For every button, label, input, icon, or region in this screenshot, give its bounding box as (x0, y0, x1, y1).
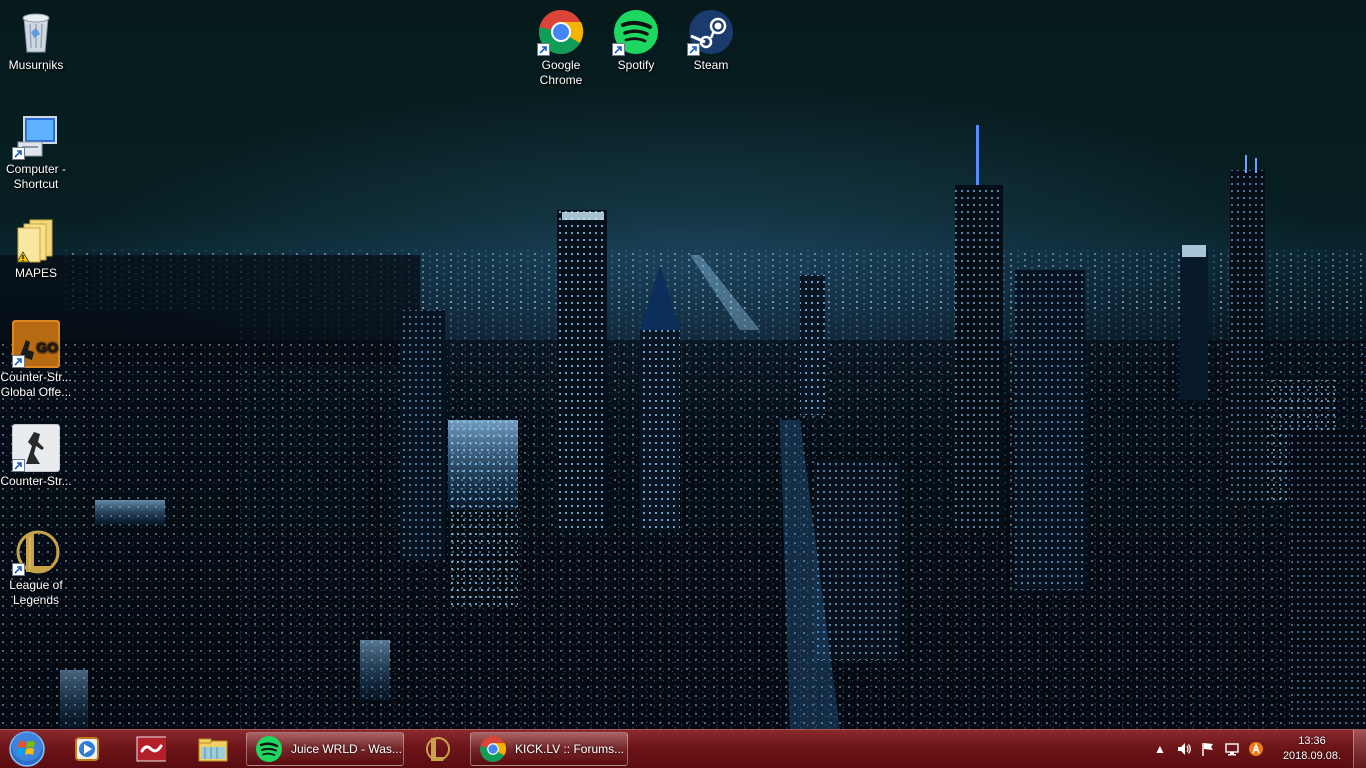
computer-icon (12, 112, 60, 160)
taskbar-window-title: KICK.LV :: Forums... (515, 742, 625, 756)
spotify-icon (612, 8, 660, 56)
file-explorer-icon (198, 738, 228, 762)
clock-time: 13:36 (1298, 735, 1326, 747)
desktop-icon-google-chrome[interactable]: Google Chrome (523, 8, 599, 88)
shortcut-arrow-icon (612, 43, 625, 56)
media-player-icon (75, 737, 99, 761)
desktop-icon-league-of-legends[interactable]: League of Legends (0, 528, 74, 608)
start-button[interactable] (4, 730, 50, 768)
desktop-icon-label: League of Legends (9, 578, 63, 607)
chrome-icon (479, 735, 507, 763)
csgo-icon: GO (12, 320, 60, 368)
spotify-icon (255, 735, 283, 763)
desktop-icon-label: Musurņiks (8, 58, 64, 72)
taskbar: Juice WRLD - Was... KICK.LV :: Forums...… (0, 729, 1366, 768)
desktop-icon-label: Google Chrome (539, 58, 583, 87)
app-tilde-icon (136, 736, 166, 762)
chrome-icon (537, 8, 585, 56)
shortcut-arrow-icon (12, 355, 25, 368)
desktop-icon-spotify[interactable]: Spotify (598, 8, 674, 73)
clock-date: 2018.09.08. (1282, 750, 1342, 762)
shortcut-arrow-icon (687, 43, 700, 56)
taskbar-pinned-media-player[interactable] (60, 732, 114, 766)
taskbar-pinned-tilde-app[interactable] (124, 732, 178, 766)
taskbar-pinned-league-of-legends[interactable] (410, 732, 464, 766)
shortcut-arrow-icon (537, 43, 550, 56)
desktop-icon-recycle-bin[interactable]: Musurņiks (0, 8, 74, 73)
shortcut-arrow-icon (12, 563, 25, 576)
desktop-icon-label: Computer - Shortcut (5, 162, 67, 191)
steam-icon (687, 8, 735, 56)
desktop-icon-label: Spotify (617, 58, 655, 72)
wallpaper-city-night (0, 125, 1366, 730)
desktop-icon-label: Counter-Str... Global Offe... (0, 370, 72, 399)
counter-strike-icon (12, 424, 60, 472)
network-icon[interactable] (1224, 741, 1240, 757)
desktop[interactable]: Musurņiks Computer - Shortcut MAPES GO C… (0, 0, 1366, 768)
league-of-legends-icon (426, 737, 450, 761)
taskbar-window-spotify[interactable]: Juice WRLD - Was... (246, 732, 404, 766)
windows-logo-icon (9, 731, 45, 767)
desktop-icon-computer-shortcut[interactable]: Computer - Shortcut (0, 112, 74, 192)
desktop-icon-counter-strike[interactable]: Counter-Str... (0, 424, 74, 489)
taskbar-window-chrome[interactable]: KICK.LV :: Forums... (470, 732, 628, 766)
recycle-bin-icon (12, 8, 60, 56)
desktop-icon-label: Steam (693, 58, 729, 72)
desktop-icon-steam[interactable]: Steam (673, 8, 749, 73)
folder-icon (12, 216, 60, 264)
shortcut-arrow-icon (12, 459, 25, 472)
desktop-icon-label: Counter-Str... (0, 474, 72, 488)
desktop-icon-label: MAPES (14, 266, 57, 280)
volume-icon[interactable] (1176, 741, 1192, 757)
league-of-legends-icon (12, 528, 60, 576)
desktop-icon-mapes-folder[interactable]: MAPES (0, 216, 74, 281)
taskbar-pinned-file-explorer[interactable] (186, 732, 240, 766)
clock[interactable]: 13:36 2018.09.08. (1280, 734, 1344, 764)
taskbar-window-title: Juice WRLD - Was... (291, 742, 402, 756)
shortcut-arrow-icon (12, 147, 25, 160)
show-desktop-button[interactable] (1353, 730, 1366, 768)
action-center-flag-icon[interactable] (1200, 741, 1216, 757)
show-hidden-icons-chevron-up-icon[interactable]: ▲ (1152, 741, 1168, 757)
svg-text:GO: GO (36, 339, 58, 355)
desktop-icon-csgo[interactable]: GO Counter-Str... Global Offe... (0, 320, 74, 400)
avast-icon[interactable] (1248, 741, 1264, 757)
